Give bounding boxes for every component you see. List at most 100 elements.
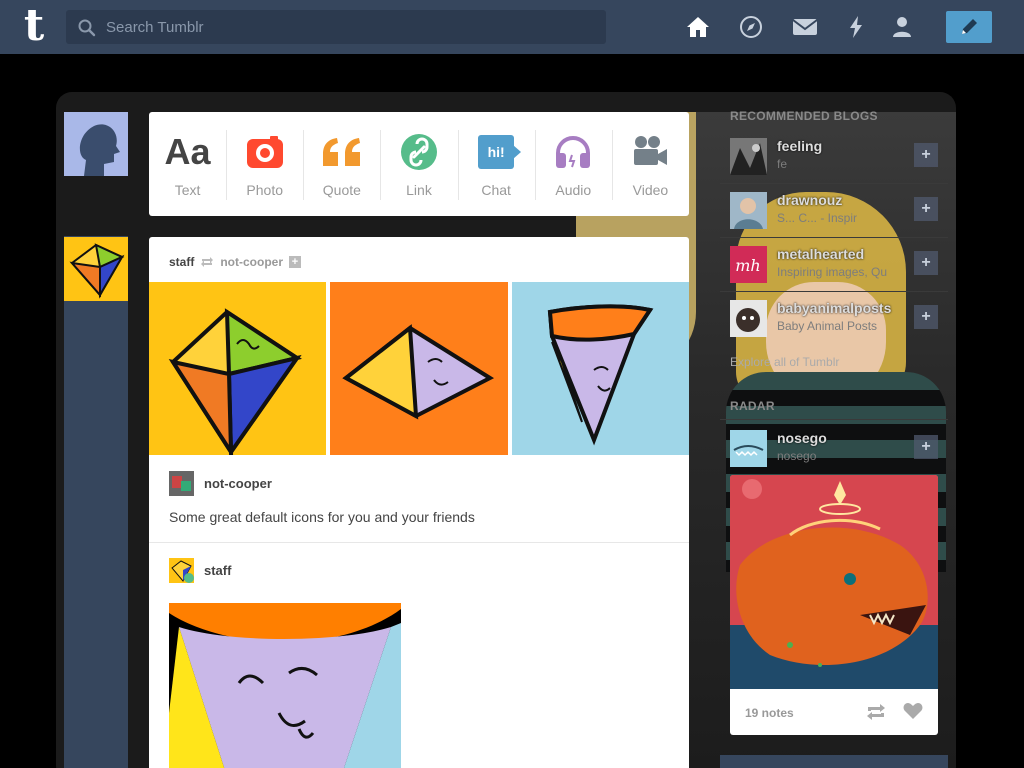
blog-subtitle: fe <box>777 157 788 171</box>
reblog-icon[interactable] <box>865 703 887 721</box>
photoset-image-3[interactable] <box>512 282 689 455</box>
follow-plus-button[interactable]: + <box>914 143 938 167</box>
text-aa-icon: Aa <box>165 130 211 174</box>
recommended-blog-item[interactable]: feeling fe + <box>730 136 940 176</box>
photoset-image-2[interactable] <box>330 282 508 455</box>
photoset-image-1[interactable] <box>149 282 326 460</box>
chat-icon: hi! <box>478 130 522 174</box>
dashboard-post: staff not-cooper + not-cooper Some great… <box>149 237 689 768</box>
camera-icon <box>246 130 284 174</box>
blog-subtitle: nosego <box>777 449 817 463</box>
blog-name[interactable]: metalhearted <box>777 246 864 262</box>
pencil-icon <box>962 19 977 34</box>
blog-avatar[interactable] <box>730 430 767 467</box>
post-type-label: Video <box>632 182 669 198</box>
blog-subtitle: Baby Animal Posts <box>777 319 878 333</box>
search-input[interactable] <box>106 10 596 44</box>
post-type-video[interactable]: Video <box>611 112 689 216</box>
post-header: staff not-cooper + <box>169 253 302 271</box>
divider <box>720 129 948 130</box>
notes-count[interactable]: 19 notes <box>745 706 794 720</box>
blog-avatar[interactable] <box>730 138 767 175</box>
search-icon <box>78 19 96 37</box>
compose-button[interactable] <box>946 11 992 43</box>
post-type-text[interactable]: Aa Text <box>149 112 226 216</box>
follow-plus-button[interactable]: + <box>914 197 938 221</box>
follow-plus-button[interactable]: + <box>914 435 938 459</box>
blog-name[interactable]: babyanimalposts <box>777 300 891 316</box>
blog-subtitle: Inspiring images, Qu <box>777 265 888 279</box>
top-nav-bar: t <box>0 0 1024 54</box>
tumblr-logo[interactable]: t <box>14 4 54 48</box>
radar-post-image[interactable] <box>730 475 938 689</box>
post-type-label: Quote <box>322 182 361 198</box>
blog-avatar[interactable] <box>730 192 767 229</box>
divider <box>720 419 948 420</box>
radar-post-footer: 19 notes <box>730 689 938 735</box>
activity-lightning-icon[interactable] <box>842 13 870 41</box>
blog-name[interactable]: nosego <box>777 430 827 446</box>
blog-name[interactable]: feeling <box>777 138 822 154</box>
blog-avatar[interactable] <box>730 300 767 337</box>
post-type-label: Photo <box>246 182 283 198</box>
follow-plus-button[interactable]: + <box>914 251 938 275</box>
search-box[interactable] <box>66 10 606 44</box>
post-type-label: Audio <box>555 182 592 198</box>
radar-blog-item[interactable]: nosego nosego + <box>730 428 940 468</box>
post-large-image[interactable] <box>169 603 401 768</box>
home-icon[interactable] <box>684 13 712 41</box>
post-caption: Some great default icons for you and you… <box>169 509 475 525</box>
source-avatar[interactable] <box>169 471 194 496</box>
chat-bubble: hi! <box>478 135 522 169</box>
staff-avatar[interactable] <box>64 237 128 301</box>
source-name[interactable]: not-cooper <box>204 476 272 491</box>
chat-glyph: hi! <box>487 144 505 160</box>
post-type-label: Chat <box>481 182 511 198</box>
headphones-icon <box>554 130 592 174</box>
sidebar-bottom-bar <box>720 755 948 768</box>
recommended-blog-item[interactable]: babyanimalposts Baby Animal Posts + <box>730 298 940 338</box>
divider <box>720 237 948 238</box>
recommended-blogs-title: RECOMMENDED BLOGS <box>730 109 878 123</box>
post-type-audio[interactable]: Audio <box>534 112 612 216</box>
avatar-column <box>64 236 128 768</box>
post-reblog-source: staff <box>169 558 231 583</box>
reblog-author-name[interactable]: staff <box>204 563 231 578</box>
post-type-label: Text <box>174 182 201 198</box>
recommended-blog-item[interactable]: drawnouz S... C... - Inspir + <box>730 190 940 230</box>
reblogged-from[interactable]: not-cooper <box>220 255 283 269</box>
svg-text:mh: mh <box>735 256 760 275</box>
post-type-bar: Aa Text Photo Quote Link hi! Chat Audio … <box>149 112 689 216</box>
link-icon <box>400 130 438 174</box>
explore-compass-icon[interactable] <box>737 13 765 41</box>
post-type-link[interactable]: Link <box>380 112 457 216</box>
blog-subtitle: S... C... - Inspir <box>777 211 858 225</box>
video-camera-icon <box>632 130 668 174</box>
my-avatar[interactable] <box>64 112 128 176</box>
recommended-blog-item[interactable]: mh metalhearted Inspiring images, Qu + <box>730 244 940 284</box>
post-type-quote[interactable]: Quote <box>303 112 380 216</box>
post-type-photo[interactable]: Photo <box>226 112 303 216</box>
divider <box>720 183 948 184</box>
follow-plus-icon[interactable]: + <box>289 256 302 268</box>
post-type-chat[interactable]: hi! Chat <box>457 112 535 216</box>
post-source: not-cooper <box>169 471 272 496</box>
follow-plus-button[interactable]: + <box>914 305 938 329</box>
like-heart-icon[interactable] <box>903 702 923 720</box>
reblog-icon <box>201 257 214 267</box>
staff-small-avatar[interactable] <box>169 558 194 583</box>
inbox-mail-icon[interactable] <box>791 13 819 41</box>
post-author[interactable]: staff <box>169 255 194 269</box>
divider <box>720 291 948 292</box>
explore-all-link[interactable]: Explore all of Tumblr <box>730 355 839 369</box>
radar-title: RADAR <box>730 399 775 413</box>
text-aa-glyph: Aa <box>164 131 211 172</box>
quote-icon <box>321 130 363 174</box>
radar-post-card: 19 notes <box>730 475 938 735</box>
post-type-label: Link <box>406 182 432 198</box>
divider <box>149 542 689 543</box>
photoset[interactable] <box>149 282 689 460</box>
blog-name[interactable]: drawnouz <box>777 192 842 208</box>
account-person-icon[interactable] <box>888 13 916 41</box>
blog-avatar[interactable]: mh <box>730 246 767 283</box>
